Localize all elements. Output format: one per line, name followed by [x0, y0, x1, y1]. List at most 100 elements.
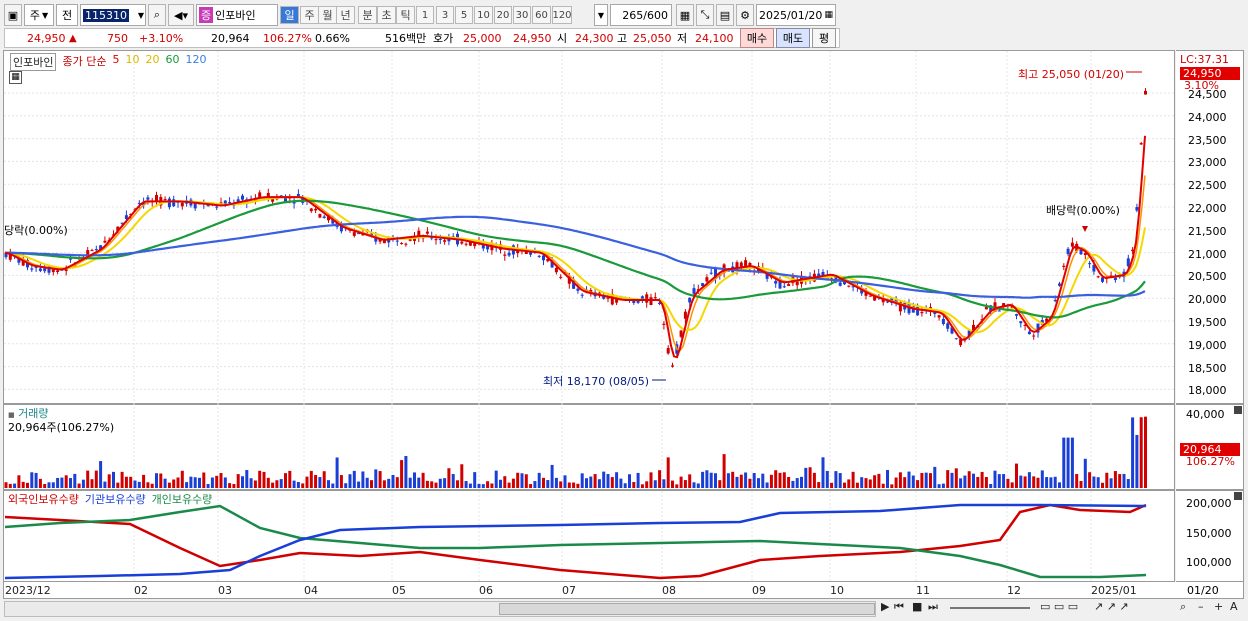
volume-bar	[370, 480, 373, 488]
scrollbar[interactable]	[4, 601, 876, 617]
volume-bar	[662, 479, 666, 488]
volume-bar	[245, 470, 249, 488]
volume-bar	[838, 473, 842, 488]
volume-bar	[933, 466, 937, 488]
scroll-right-icon[interactable]: ▶	[881, 600, 889, 613]
close-panel-icon[interactable]	[1234, 492, 1242, 500]
volume-bar	[1049, 477, 1053, 488]
volume-bar	[877, 473, 881, 488]
volume-bar	[1006, 478, 1010, 488]
volume-bar	[984, 476, 988, 488]
volume-bar	[382, 480, 386, 488]
volume-bar	[817, 482, 821, 488]
minus-icon[interactable]: –	[1198, 600, 1204, 613]
last-icon[interactable]: ⏭	[928, 600, 938, 614]
volume-bar	[4, 482, 8, 488]
volume-bar	[1045, 477, 1049, 488]
draw-icon[interactable]: ↗ ↗ ↗	[1094, 600, 1129, 613]
volume-bar	[421, 472, 425, 488]
candle-body	[542, 255, 545, 261]
candle-body	[1096, 276, 1100, 278]
volume-bar	[1105, 472, 1109, 488]
volume-bar	[176, 477, 180, 488]
candle-body	[172, 199, 176, 207]
volume-bar	[804, 467, 808, 488]
zoom-out-icon[interactable]: ⌕	[1180, 600, 1186, 614]
plus-icon[interactable]: +	[1214, 600, 1223, 613]
candle-body	[1019, 321, 1023, 324]
volume-bar	[761, 473, 765, 488]
volume-bar	[499, 479, 502, 488]
low-note: 최저 18,170 (08/05)	[543, 375, 650, 388]
candle-body	[296, 193, 300, 197]
volume-bar	[357, 481, 361, 488]
candle-body	[787, 284, 791, 287]
volume-bar	[1015, 463, 1018, 488]
price-ytick: 18,500	[1188, 361, 1227, 375]
volume-bar	[907, 471, 911, 488]
volume-bar	[628, 474, 631, 488]
candle-body	[30, 268, 34, 270]
candle-body	[666, 347, 670, 354]
volume-bar	[124, 476, 128, 488]
price-ytick: 19,500	[1188, 316, 1227, 329]
price-legend: 인포바인 종가 단순 5 10 20 60 120	[10, 53, 206, 71]
volume-bar	[69, 478, 72, 488]
zoom-slider[interactable]	[950, 600, 1030, 609]
x-tick-label: 04	[304, 584, 318, 597]
volume-bar	[976, 476, 980, 488]
volume-bar	[524, 474, 528, 488]
volume-bar	[275, 480, 279, 488]
x-tick-label: 12	[1007, 584, 1021, 597]
candle-body	[400, 243, 404, 245]
volume-bar	[241, 476, 244, 488]
candle-body	[56, 270, 60, 272]
volume-bar	[795, 478, 799, 488]
volume-bar	[266, 477, 270, 488]
volume-bar	[99, 461, 103, 488]
volume-bar	[473, 472, 477, 488]
volume-bar	[800, 476, 803, 488]
volume-bar	[189, 476, 193, 488]
volume-bar	[653, 480, 657, 488]
foreign-holding-line	[4, 503, 1147, 580]
volume-bar	[649, 472, 653, 488]
volume-bar	[26, 482, 29, 488]
volume-bar	[825, 470, 829, 488]
volume-bar	[180, 470, 184, 488]
stop-icon[interactable]: ■	[912, 600, 922, 613]
scroll-thumb[interactable]	[499, 603, 875, 615]
volume-bar	[778, 472, 782, 488]
volume-bar	[202, 472, 206, 488]
volume-bar	[468, 483, 472, 488]
volume-bar	[34, 472, 38, 488]
table-icon[interactable]: ▦	[9, 71, 22, 84]
volume-bar	[954, 468, 958, 488]
candle-body	[464, 243, 468, 245]
candle-body	[920, 312, 924, 314]
candle-body	[559, 276, 563, 278]
volume-bar	[318, 477, 322, 488]
volume-bar	[408, 477, 412, 488]
first-icon[interactable]: ⏮	[894, 600, 904, 614]
price-ytick: 20,500	[1188, 270, 1227, 284]
candle-body	[434, 239, 438, 241]
volume-bar	[137, 481, 141, 488]
individual-legend: 개인보유수량	[151, 493, 213, 506]
candle-body	[180, 202, 184, 207]
candle-body	[1027, 331, 1031, 335]
font-icon[interactable]: A	[1230, 600, 1238, 613]
volume-bar	[619, 478, 623, 488]
candle-body	[94, 249, 98, 251]
volume-bar	[735, 476, 739, 488]
panel-stock-name: 인포바인	[10, 53, 57, 71]
volume-bar	[692, 482, 696, 488]
candle-body	[167, 198, 171, 208]
volume-bar	[623, 483, 627, 488]
layout-icon[interactable]: ▭ ▭ ▭	[1040, 600, 1078, 613]
volume-bar	[1113, 471, 1117, 488]
candle-body	[683, 311, 687, 319]
volume-bar	[1023, 476, 1027, 488]
volume-bar	[911, 475, 915, 488]
close-panel-icon[interactable]	[1234, 406, 1242, 414]
